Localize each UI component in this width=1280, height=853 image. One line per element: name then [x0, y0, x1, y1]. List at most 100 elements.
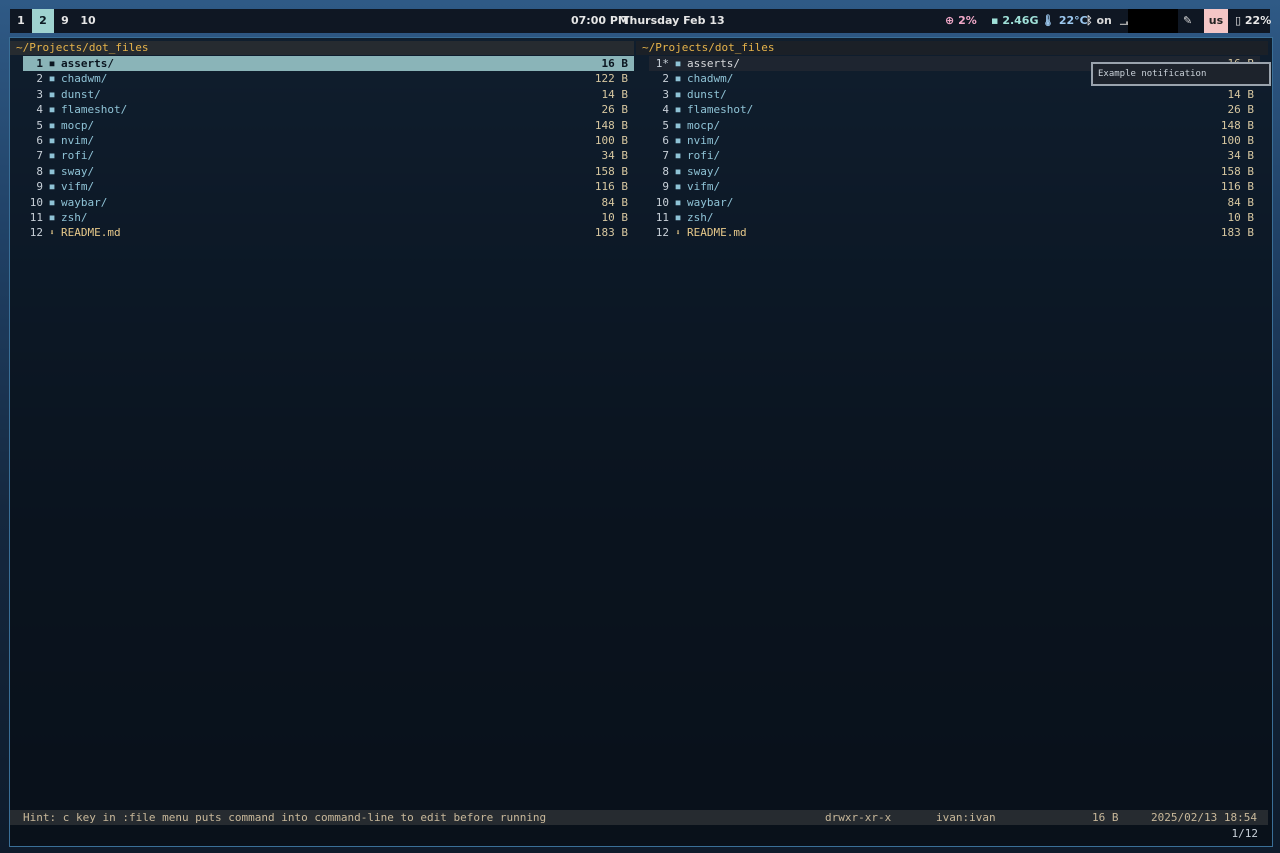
file-size: 34 B — [601, 149, 629, 163]
file-row[interactable]: 9 ■ vifm/116 B — [23, 179, 634, 194]
row-number: 2 — [36, 72, 43, 86]
bluetooth-indicator[interactable]: ᛒ on — [1086, 9, 1112, 33]
file-size: 26 B — [1227, 103, 1255, 117]
workspace-2[interactable]: 2 — [32, 9, 54, 33]
file-name: asserts/ — [687, 57, 740, 70]
folder-icon: ■ — [675, 105, 681, 115]
file-row[interactable]: 1 ■ asserts/16 B — [23, 56, 634, 71]
file-name: nvim/ — [61, 134, 95, 147]
row-number: 1 — [36, 57, 43, 70]
folder-icon: ■ — [49, 213, 55, 222]
row-number: 5 — [662, 118, 669, 132]
file-row[interactable]: 10 ■ waybar/84 B — [23, 195, 634, 210]
file-name: zsh/ — [61, 211, 88, 224]
file-row[interactable]: 10 ■ waybar/84 B — [649, 195, 1260, 210]
row-number: 9 — [662, 180, 669, 194]
file-row[interactable]: 6 ■ nvim/100 B — [23, 133, 634, 148]
file-row[interactable]: 3 ■ dunst/14 B — [23, 87, 634, 102]
position-indicator: 1/12 — [1231, 827, 1259, 840]
folder-icon: ■ — [49, 151, 55, 161]
modified-date: 2025/02/13 18:54 — [1151, 811, 1257, 824]
file-name: asserts/ — [61, 57, 114, 70]
workspace-10[interactable]: 10 — [76, 9, 100, 33]
file-size: 158 B — [1220, 164, 1254, 178]
temperature-indicator: 🌡︎ 22°C — [1041, 9, 1088, 33]
workspace-1[interactable]: 1 — [10, 9, 32, 33]
bluetooth-icon: ᛒ — [1086, 14, 1093, 27]
battery-value: 22% — [1244, 14, 1272, 27]
folder-icon: ■ — [49, 105, 55, 115]
top-bar: 1 2 9 10 07:00 PM Thursday Feb 13 ⊕ 2% ▪… — [10, 9, 1272, 33]
file-name: chadwm/ — [687, 72, 734, 86]
file-row[interactable]: 11 ■ zsh/10 B — [649, 210, 1260, 225]
clock-date: Thursday Feb 13 — [622, 14, 725, 27]
cpu-icon: ⊕ — [945, 14, 955, 27]
file-name: nvim/ — [687, 134, 721, 147]
file-size: 183 B — [594, 226, 628, 240]
workspace-9[interactable]: 9 — [54, 9, 76, 33]
folder-icon: ■ — [675, 89, 681, 99]
clock-time: 07:00 PM — [571, 14, 629, 27]
file-row[interactable]: 2 ■ chadwm/122 B — [23, 71, 634, 86]
notification-popup[interactable]: Example notification — [1091, 62, 1271, 86]
file-row[interactable]: 3 ■ dunst/14 B — [649, 87, 1260, 102]
memory-indicator: ▪ 2.46G — [991, 9, 1038, 33]
row-number: 8 — [662, 164, 669, 178]
file-size: 148 B — [594, 118, 628, 132]
folder-icon: ■ — [49, 89, 55, 99]
cpu-indicator: ⊕ 2% — [945, 9, 977, 33]
file-row[interactable]: 8 ■ sway/158 B — [649, 164, 1260, 179]
cpu-value: 2% — [958, 14, 977, 27]
file-row[interactable]: 5 ■ mocp/148 B — [23, 118, 634, 133]
file-size: 100 B — [1220, 134, 1254, 147]
pen-icon[interactable]: ✎ — [1183, 9, 1192, 33]
file-size: 116 B — [594, 180, 628, 194]
file-row[interactable]: 12 ⬇ README.md 183 B — [23, 225, 634, 240]
file-row[interactable]: 4 ■ flameshot/26 B — [649, 102, 1260, 117]
row-number: 11 — [655, 211, 669, 224]
file-size: 122 B — [594, 72, 628, 86]
file-name: waybar/ — [61, 195, 108, 209]
memory-icon: ▪ — [991, 14, 999, 27]
row-number: 4 — [36, 103, 43, 117]
file-size: 16 B — [1092, 811, 1119, 824]
bluetooth-value: on — [1096, 14, 1112, 27]
row-number: 10 — [29, 195, 43, 209]
keyboard-layout[interactable]: us — [1204, 9, 1228, 33]
folder-icon: ■ — [675, 182, 681, 192]
row-number: 12 — [655, 226, 669, 240]
file-row[interactable]: 4 ■ flameshot/26 B — [23, 102, 634, 117]
file-name: sway/ — [61, 164, 95, 178]
thermometer-icon: 🌡︎ — [1041, 14, 1055, 27]
file-size: 158 B — [594, 164, 628, 178]
file-name: dunst/ — [687, 87, 727, 101]
file-row[interactable]: 7 ■ rofi/34 B — [649, 148, 1260, 163]
owner: ivan:ivan — [936, 811, 996, 824]
file-row[interactable]: 9 ■ vifm/116 B — [649, 179, 1260, 194]
file-row[interactable]: 5 ■ mocp/148 B — [649, 118, 1260, 133]
temperature-value: 22°C — [1058, 14, 1088, 27]
status-line: Hint: c key in :file menu puts command i… — [10, 810, 1268, 825]
file-size: 26 B — [601, 103, 629, 117]
file-row[interactable]: 12 ⬇ README.md 183 B — [649, 225, 1260, 240]
file-row[interactable]: 6 ■ nvim/100 B — [649, 133, 1260, 148]
file-row[interactable]: 11 ■ zsh/10 B — [23, 210, 634, 225]
folder-icon: ■ — [49, 166, 55, 176]
file-size: 10 B — [601, 211, 629, 224]
file-name: vifm/ — [687, 180, 721, 194]
file-name: rofi/ — [61, 149, 95, 163]
folder-icon: ■ — [49, 74, 55, 84]
file-name: flameshot/ — [687, 103, 754, 117]
row-number: 1* — [655, 57, 669, 70]
file-row[interactable]: 7 ■ rofi/34 B — [23, 148, 634, 163]
file-size: 100 B — [594, 134, 628, 147]
row-number: 2 — [662, 72, 669, 86]
left-pane-path: ~/Projects/dot_files — [10, 41, 634, 55]
file-row[interactable]: 8 ■ sway/158 B — [23, 164, 634, 179]
file-name: README.md — [61, 226, 121, 240]
tray-redacted-block — [1128, 9, 1178, 33]
folder-icon: ■ — [675, 136, 681, 145]
file-name: sway/ — [687, 164, 721, 178]
file-size: 16 B — [601, 57, 629, 70]
right-pane-path: ~/Projects/dot_files — [636, 41, 1268, 55]
